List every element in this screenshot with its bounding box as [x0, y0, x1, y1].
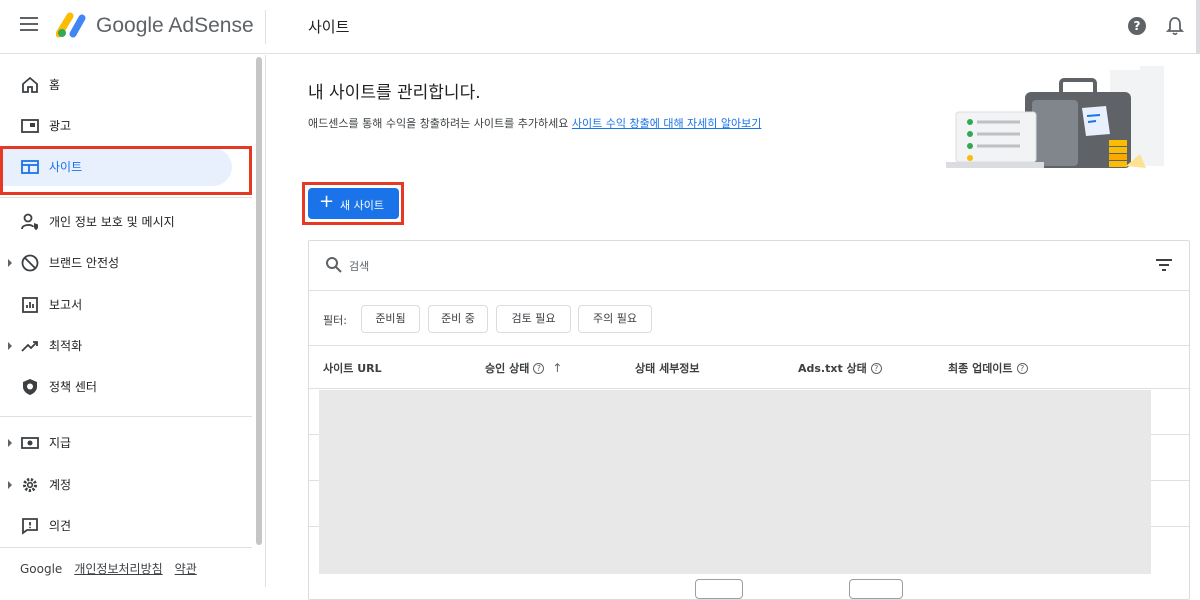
search-input[interactable] — [349, 255, 1129, 277]
sites-illustration — [946, 66, 1164, 168]
column-header-site-url[interactable]: 사이트 URL — [323, 360, 382, 376]
filter-list-icon[interactable] — [1155, 258, 1173, 272]
top-app-bar: Google AdSense 사이트 ? — [0, 0, 1200, 54]
filter-chip-preparing[interactable]: 준비 중 — [428, 305, 488, 333]
search-bar — [309, 241, 1189, 291]
sidebar-item-ads[interactable]: 광고 — [0, 106, 250, 146]
sidebar-item-label: 홈 — [49, 78, 61, 92]
sidebar-item-payments[interactable]: 지급 — [0, 423, 250, 463]
filter-row: 필터: 준비됨 준비 중 검토 필요 주의 필요 — [309, 292, 1189, 346]
privacy-policy-link[interactable]: 개인정보처리방침 — [74, 562, 162, 576]
sidebar: 홈 광고 사이트 개인 정보 보호 및 메시지 브랜드 안전성 보고서 최적화 … — [0, 55, 266, 587]
sidebar-item-brand-safety[interactable]: 브랜드 안전성 — [0, 243, 250, 283]
section-heading: 내 사이트를 관리합니다. — [308, 83, 481, 103]
notifications-bell-icon[interactable] — [1166, 16, 1184, 36]
sidebar-scrollbar[interactable] — [256, 57, 262, 545]
pagination-control[interactable] — [849, 579, 903, 599]
sidebar-item-label: 개인 정보 보호 및 메시지 — [49, 215, 175, 229]
page-title: 사이트 — [308, 18, 350, 36]
sidebar-divider — [0, 416, 252, 417]
sidebar-item-reports[interactable]: 보고서 — [0, 285, 250, 325]
filter-chip-needs-review[interactable]: 검토 필요 — [496, 305, 571, 333]
expand-caret-icon[interactable] — [8, 259, 12, 267]
expand-caret-icon[interactable] — [8, 481, 12, 489]
sites-table-card: 필터: 준비됨 준비 중 검토 필요 주의 필요 사이트 URL 승인 상태?↑… — [308, 240, 1190, 600]
learn-more-link[interactable]: 사이트 수익 창출에 대해 자세히 알아보기 — [572, 117, 762, 130]
sidebar-divider — [0, 547, 252, 548]
gear-icon — [23, 478, 37, 492]
help-icon[interactable]: ? — [1016, 363, 1028, 374]
sidebar-item-label: 최적화 — [49, 339, 83, 353]
help-icon[interactable]: ? — [533, 363, 545, 374]
sidebar-item-privacy-messaging[interactable]: 개인 정보 보호 및 메시지 — [0, 202, 250, 242]
reports-icon — [22, 297, 38, 313]
filter-label: 필터: — [323, 314, 347, 327]
new-site-label: 새 사이트 — [340, 199, 384, 212]
header-divider — [265, 10, 266, 44]
terms-link[interactable]: 약관 — [175, 562, 197, 576]
redacted-table-rows — [319, 390, 1151, 574]
column-header-status-details[interactable]: 상태 세부정보 — [635, 360, 700, 376]
brand-name: Google AdSense — [96, 14, 254, 37]
adsense-logo — [56, 12, 86, 38]
filter-chip-ready[interactable]: 준비됨 — [361, 305, 420, 333]
sidebar-item-home[interactable]: 홈 — [0, 65, 250, 105]
sidebar-item-label: 지급 — [49, 436, 72, 450]
footer-google: Google — [20, 562, 63, 576]
pagination-control[interactable] — [695, 579, 743, 599]
column-header-approval-status[interactable]: 승인 상태? ↑ — [485, 360, 562, 376]
ads-icon — [21, 119, 39, 133]
sidebar-item-label: 보고서 — [49, 298, 83, 312]
description-text: 애드센스를 통해 수익을 창출하려는 사이트를 추가하세요 — [308, 117, 569, 130]
payments-icon — [21, 437, 39, 449]
highlight-box — [0, 146, 252, 195]
section-description: 애드센스를 통해 수익을 창출하려는 사이트를 추가하세요 사이트 수익 창출에… — [308, 115, 761, 131]
sidebar-item-label: 광고 — [49, 119, 72, 133]
sort-ascending-icon[interactable]: ↑ — [552, 361, 562, 375]
plus-icon: + — [319, 191, 335, 212]
search-icon — [326, 257, 342, 273]
sidebar-divider — [0, 197, 252, 198]
expand-caret-icon[interactable] — [8, 342, 12, 350]
expand-caret-icon[interactable] — [8, 439, 12, 447]
sidebar-item-label: 의견 — [49, 519, 72, 533]
filter-chip-needs-attention[interactable]: 주의 필요 — [578, 305, 652, 333]
sidebar-footer: Google 개인정보처리방침 약관 — [20, 560, 197, 577]
page-scrollbar[interactable] — [1196, 0, 1200, 54]
sidebar-item-account[interactable]: 계정 — [0, 465, 250, 505]
sidebar-item-label: 브랜드 안전성 — [49, 256, 120, 270]
sidebar-item-feedback[interactable]: 의견 — [0, 506, 250, 546]
new-site-button[interactable]: + 새 사이트 — [308, 188, 399, 219]
trending-up-icon — [21, 341, 38, 352]
column-header-ads-txt-status[interactable]: Ads.txt 상태? — [798, 360, 882, 376]
block-icon — [21, 254, 39, 272]
sidebar-item-optimization[interactable]: 최적화 — [0, 326, 250, 366]
help-icon[interactable]: ? — [1128, 17, 1146, 35]
sidebar-item-policy-center[interactable]: 정책 센터 — [0, 367, 250, 407]
privacy-messaging-icon — [21, 213, 38, 230]
table-header-row: 사이트 URL 승인 상태? ↑ 상태 세부정보 Ads.txt 상태? 최종 업… — [309, 347, 1189, 389]
help-icon[interactable]: ? — [870, 363, 882, 374]
feedback-icon — [22, 518, 38, 535]
policy-shield-icon — [23, 379, 37, 395]
home-icon — [22, 76, 38, 93]
sidebar-item-label: 정책 센터 — [49, 380, 97, 394]
sidebar-item-label: 계정 — [49, 478, 72, 492]
menu-icon[interactable] — [20, 17, 38, 31]
column-header-last-updated[interactable]: 최종 업데이트? — [948, 360, 1028, 376]
